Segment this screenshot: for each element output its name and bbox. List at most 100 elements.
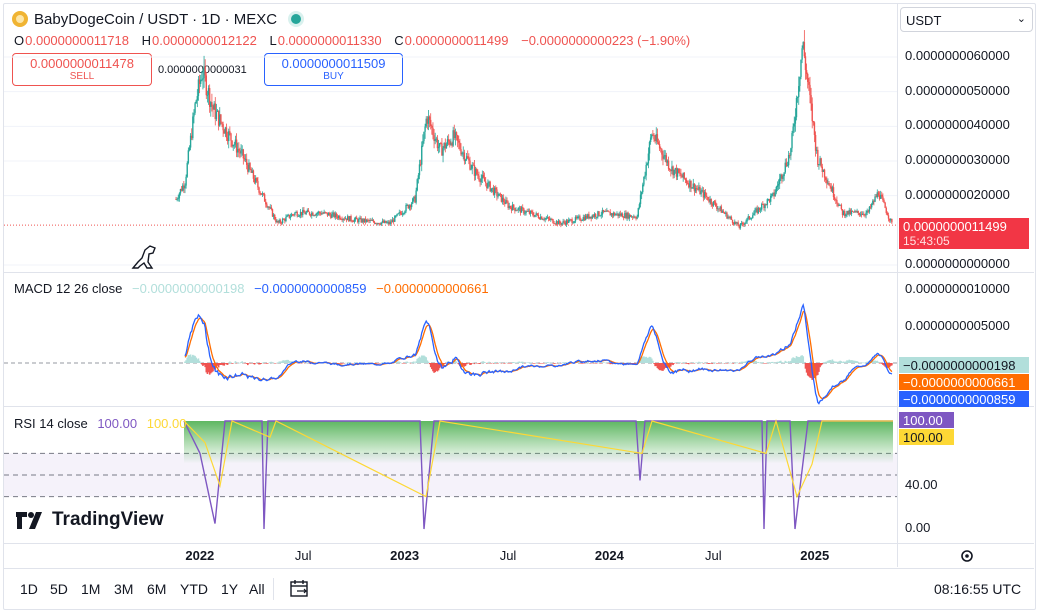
candle-body (477, 174, 479, 176)
macd-histogram-bar (674, 362, 677, 363)
candle-body (252, 170, 255, 179)
candle-body (468, 158, 470, 161)
candle-body (312, 212, 314, 216)
time-axis-tick: 2024 (594, 548, 624, 563)
candle-body (820, 158, 822, 167)
candle-body (176, 199, 178, 200)
candle-body (467, 156, 469, 159)
candle-body (828, 183, 830, 186)
candle-body (790, 148, 792, 156)
candle-body (456, 135, 459, 141)
candle-body (884, 202, 886, 208)
candle-body (502, 197, 505, 203)
candle-body (240, 150, 242, 154)
candle-body (536, 213, 539, 216)
candle-body (656, 134, 659, 143)
candle-body (637, 208, 639, 217)
candle-body (812, 121, 815, 123)
candle-body (399, 212, 402, 214)
range-button-all[interactable]: All (249, 581, 265, 597)
candle-body (358, 218, 360, 223)
candle-body (242, 149, 245, 159)
time-axis-tick: Jul (294, 548, 312, 563)
candle-body (643, 176, 645, 185)
candle-body (331, 213, 333, 218)
last-price-tag: 0.0000000011499 15:43:05 (899, 218, 1029, 249)
macd-histogram-bar (803, 362, 806, 363)
candle-body (695, 188, 698, 189)
candle-body (745, 221, 747, 223)
candle-body (480, 178, 482, 183)
clock[interactable]: 08:16:55 UTC (934, 581, 1021, 597)
candle-body (478, 175, 480, 180)
macd-histogram-bar (762, 362, 764, 363)
candle-body (799, 76, 801, 87)
candle-body (594, 214, 597, 218)
candle-body (600, 214, 602, 216)
candle-body (669, 168, 671, 170)
candle-body (459, 142, 461, 150)
macd-histogram-bar (399, 362, 402, 363)
range-button-5d[interactable]: 5D (50, 581, 68, 597)
range-button-3m[interactable]: 3M (114, 581, 133, 597)
settings-icon[interactable] (958, 547, 976, 565)
range-button-6m[interactable]: 6M (147, 581, 166, 597)
candle-body (776, 185, 779, 187)
candle-body (186, 162, 188, 177)
candle-body (685, 179, 688, 183)
candle-body (786, 165, 789, 167)
candle-body (761, 204, 763, 210)
candle-body (458, 140, 460, 143)
candle-body (199, 79, 202, 84)
candle-body (455, 132, 458, 136)
candle-body (506, 200, 508, 203)
candle-body (649, 137, 652, 143)
candle-body (801, 48, 803, 60)
candle-body (690, 180, 692, 189)
candle-body (305, 212, 307, 215)
candle-body (691, 187, 693, 189)
candle-body (188, 147, 191, 151)
macd-histogram-bar (471, 363, 474, 364)
candle-body (353, 219, 356, 222)
candle-body (653, 134, 655, 140)
candle-body (663, 156, 665, 159)
price-axis-tick: 0.0000000060000 (905, 48, 1010, 63)
macd-histogram-bar (698, 361, 700, 363)
macd-histogram-bar (404, 363, 406, 364)
candle-body (421, 145, 423, 165)
price-axis-tick: 0.0000000000000 (905, 256, 1010, 271)
candle-body (417, 175, 420, 180)
candle-body (809, 84, 811, 96)
tradingview-logo[interactable]: TradingView (16, 509, 164, 531)
candle-body (766, 199, 769, 205)
candle-body (351, 220, 353, 222)
candle-body (677, 168, 680, 173)
macd-histogram-bar (738, 363, 741, 364)
macd-histogram-tag: −0.0000000000198 (899, 357, 1029, 373)
candle-body (482, 174, 485, 178)
candle-body (794, 117, 797, 124)
candle-body (524, 213, 526, 214)
range-button-1d[interactable]: 1D (20, 581, 38, 597)
candle-body (483, 177, 486, 182)
macd-histogram-bar (719, 362, 722, 363)
macd-histogram-bar (490, 363, 493, 364)
range-button-1y[interactable]: 1Y (221, 581, 238, 597)
candle-body (870, 204, 873, 208)
candle-body (196, 96, 199, 101)
macd-signal-tag: −0.0000000000661 (899, 374, 1029, 390)
candle-body (184, 185, 186, 189)
macd-histogram-bar (718, 363, 720, 364)
rsi-legend-title: RSI 14 close (14, 416, 88, 431)
candle-body (810, 95, 812, 104)
candle-body (229, 131, 231, 134)
range-button-1m[interactable]: 1M (81, 581, 100, 597)
candle-body (532, 212, 534, 215)
price-axis-tick: 0.0000000050000 (905, 82, 1010, 98)
candle-body (621, 213, 624, 218)
candle-body (496, 189, 498, 197)
candle-body (803, 42, 806, 57)
range-button-ytd[interactable]: YTD (180, 581, 208, 597)
date-range-icon[interactable] (289, 578, 311, 600)
